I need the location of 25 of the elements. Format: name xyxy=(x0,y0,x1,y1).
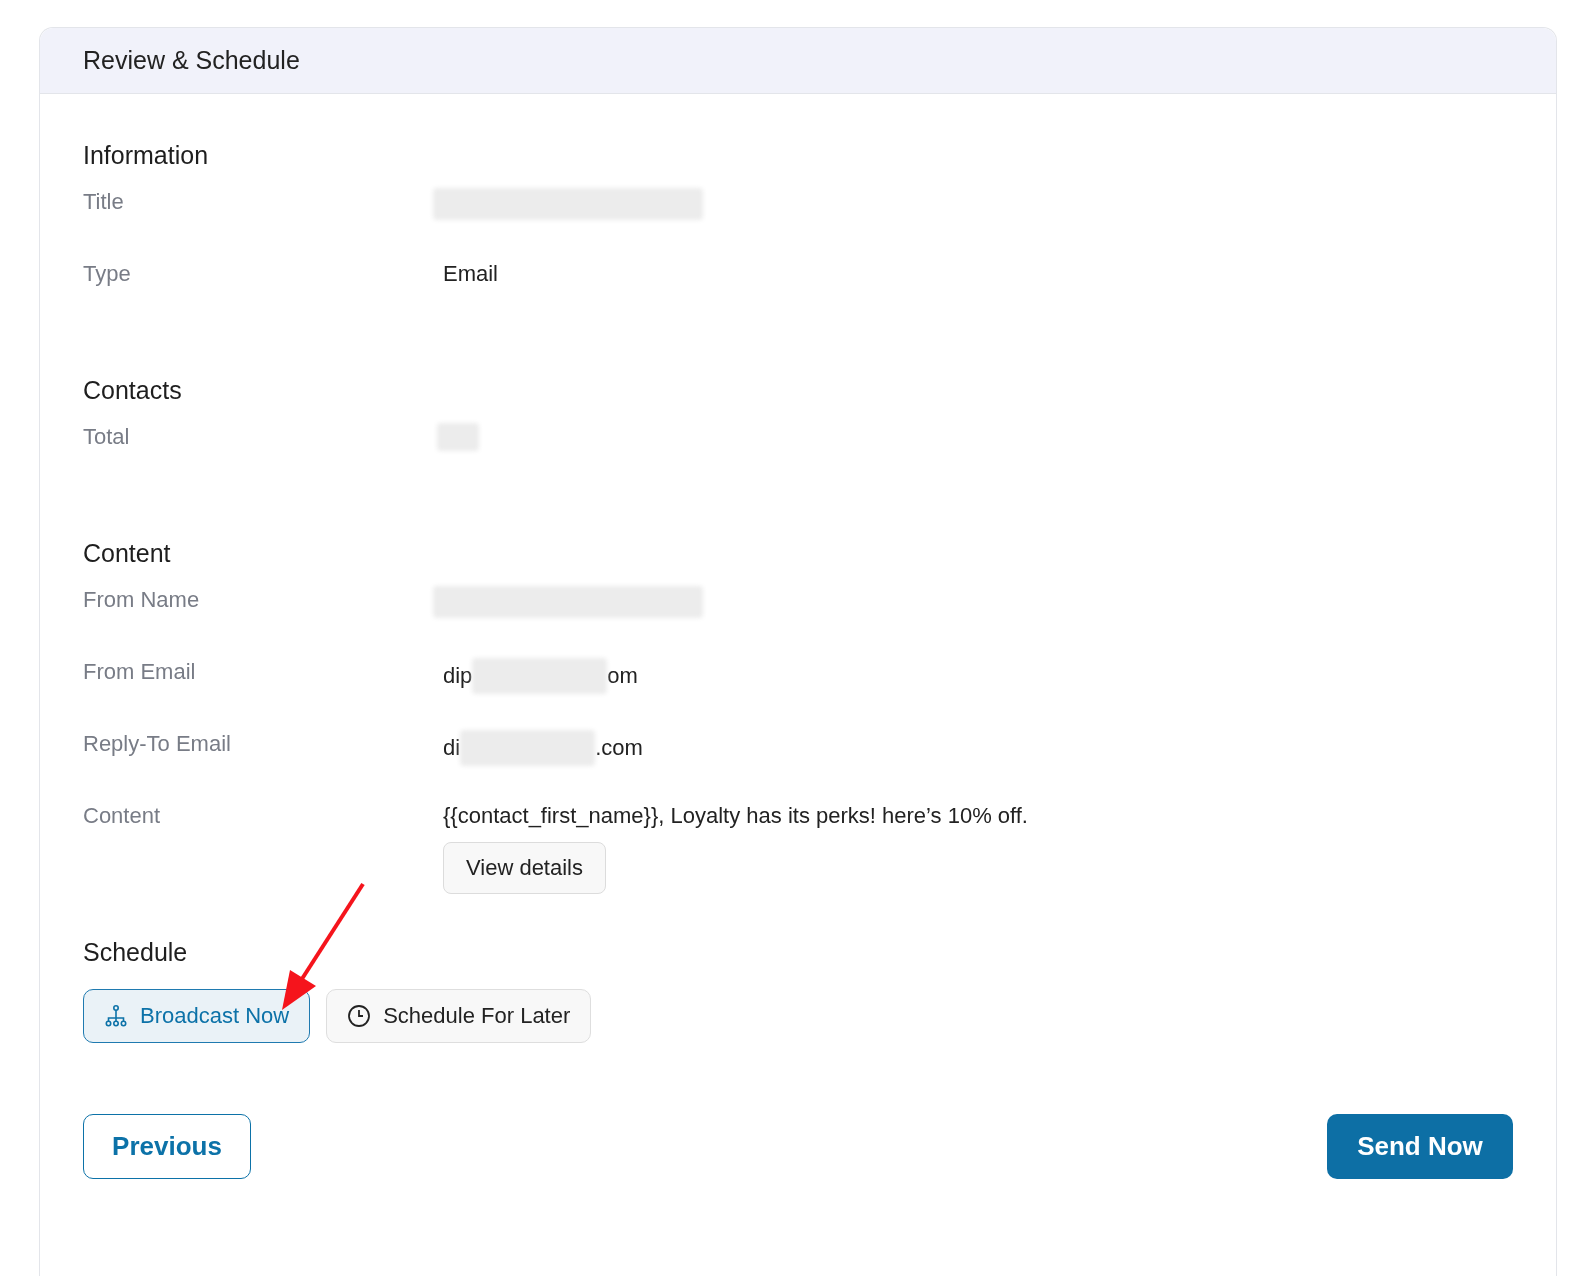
section-heading: Information xyxy=(83,141,210,170)
field-label: Type xyxy=(83,260,132,288)
field-value-end: .com xyxy=(595,734,643,762)
field-label: From Name xyxy=(83,586,201,614)
field-label: From Email xyxy=(83,658,197,686)
field-value-start: di xyxy=(443,734,461,762)
field-label: Title xyxy=(83,188,125,216)
view-details-button[interactable]: View details xyxy=(443,842,606,894)
field-label: Content xyxy=(83,802,162,830)
field-label: Total xyxy=(83,423,131,451)
card-title: Review & Schedule xyxy=(83,46,300,75)
schedule-option[interactable]: Broadcast Now xyxy=(83,989,311,1043)
send-now-button[interactable]: Send Now xyxy=(1327,1114,1513,1179)
schedule-option[interactable]: Schedule For Later xyxy=(326,989,592,1043)
clock-icon xyxy=(347,1004,372,1028)
previous-button[interactable]: Previous xyxy=(83,1114,251,1179)
field-value-end: om xyxy=(607,662,638,690)
section-heading: Content xyxy=(83,539,172,568)
field-value: {{contact_first_name}}, Loyalty has its perks! here’s 10% off. xyxy=(443,802,1028,830)
section-heading: Schedule xyxy=(83,938,189,967)
field-value-start: dip xyxy=(443,662,473,690)
hierarchy-icon xyxy=(104,1004,128,1028)
field-label: Reply-To Email xyxy=(83,730,232,758)
field-value: Email xyxy=(443,260,498,288)
section-heading: Contacts xyxy=(83,376,183,405)
